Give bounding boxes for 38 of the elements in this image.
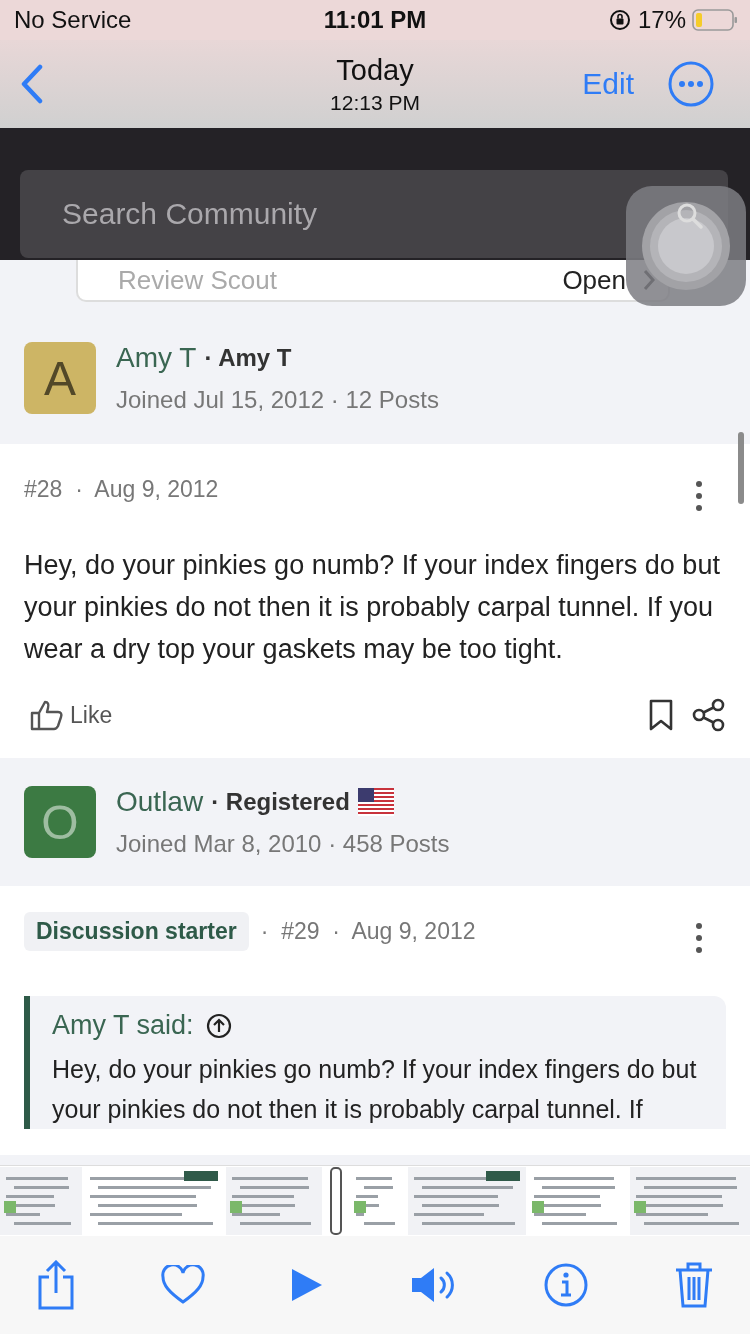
author-name[interactable]: Outlaw bbox=[116, 786, 204, 818]
carrier-text: No Service bbox=[14, 6, 132, 34]
author-title: · Amy T bbox=[204, 344, 292, 372]
scroll-indicator bbox=[738, 432, 744, 504]
thumbs-up-icon bbox=[30, 699, 64, 731]
search-icon[interactable] bbox=[676, 202, 704, 230]
post-meta: · #29 · Aug 9, 2012 bbox=[260, 917, 476, 945]
up-arrow-circle-icon[interactable] bbox=[205, 1012, 232, 1039]
avatar-letter: A bbox=[44, 350, 76, 406]
banner-label: Review Scout bbox=[118, 264, 278, 296]
author-title: · Registered bbox=[211, 788, 350, 816]
nav-title: Today bbox=[335, 53, 415, 87]
starter-badge: Discussion starter bbox=[24, 911, 249, 951]
open-link[interactable]: Open bbox=[562, 264, 626, 296]
assistive-touch-button[interactable] bbox=[626, 186, 746, 306]
quote-author[interactable]: Amy T said: bbox=[52, 1010, 194, 1041]
battery-icon bbox=[692, 8, 738, 32]
more-icon[interactable] bbox=[668, 61, 714, 107]
author-joined: Joined Jul 15, 2012 · 12 Posts bbox=[116, 386, 439, 414]
post-text: Hey, do your pinkies go numb? If your index fingers do but your pinkies do not then it is probably carpal tunnel. If you wear a dry top your gaskets may be too tight. bbox=[24, 549, 721, 666]
nav-subtitle: 12:13 PM bbox=[330, 90, 420, 115]
kebab-menu-icon[interactable] bbox=[694, 921, 704, 955]
quote-text: Hey, do your pinkies go numb? If your index fingers do but your pinkies do not then it is probably carpal tunnel. If bbox=[52, 1054, 698, 1125]
share-icon[interactable] bbox=[692, 698, 726, 732]
kebab-menu-icon[interactable] bbox=[694, 479, 704, 513]
like-button[interactable]: Like bbox=[24, 699, 119, 731]
author-joined: Joined Mar 8, 2010 · 458 Posts bbox=[116, 830, 450, 858]
status-time: 11:01 PM bbox=[323, 6, 427, 34]
scrubber-handle[interactable] bbox=[330, 1167, 342, 1235]
battery-percent: 17% bbox=[637, 6, 686, 34]
heart-icon[interactable] bbox=[161, 1265, 206, 1305]
info-icon[interactable] bbox=[542, 1262, 589, 1308]
trash-icon[interactable] bbox=[673, 1261, 714, 1309]
avatar-letter: O bbox=[41, 794, 79, 850]
rotation-lock-icon bbox=[607, 8, 632, 32]
author-name[interactable]: Amy T bbox=[116, 342, 197, 374]
post-meta: #28 · Aug 9, 2012 bbox=[24, 475, 219, 503]
bookmark-icon[interactable] bbox=[648, 699, 674, 731]
